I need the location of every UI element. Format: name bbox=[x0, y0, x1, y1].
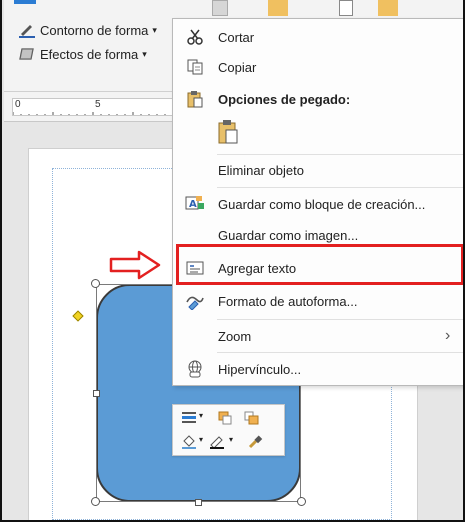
app-window: Contorno de forma ▾ Efectos de forma ▾ 0… bbox=[0, 0, 465, 522]
menu-item-paste-options: Opciones de pegado: bbox=[173, 84, 463, 114]
menu-item-label: Copiar bbox=[218, 59, 257, 75]
menu-item-label: Eliminar objeto bbox=[218, 162, 304, 178]
menu-item-label: Formato de autoforma... bbox=[218, 293, 358, 309]
menu-item-label: Hipervínculo... bbox=[218, 361, 302, 377]
menu-item-hyperlink[interactable]: Hipervínculo... bbox=[173, 354, 463, 384]
menu-item-cut[interactable]: Cortar bbox=[173, 22, 463, 52]
resize-handle-left[interactable] bbox=[93, 390, 100, 397]
hyperlink-icon bbox=[185, 360, 205, 378]
menu-item-save-building-block[interactable]: A Guardar como bloque de creación... bbox=[173, 189, 463, 219]
clipboard-icon bbox=[185, 90, 205, 108]
pen-outline-icon bbox=[18, 22, 36, 38]
menu-item-label: Zoom bbox=[218, 328, 252, 344]
menu-separator bbox=[217, 352, 463, 353]
chevron-down-icon: ▾ bbox=[142, 48, 147, 59]
highlight-box bbox=[176, 244, 463, 285]
menu-separator bbox=[217, 187, 463, 188]
menu-item-label: Cortar bbox=[218, 29, 255, 45]
ruler-label-5: 5 bbox=[95, 99, 101, 110]
format-shape-icon bbox=[185, 292, 205, 310]
ribbon-accent bbox=[14, 0, 36, 4]
red-arrow-icon bbox=[109, 250, 161, 280]
ribbon-fill-icon[interactable] bbox=[268, 0, 288, 16]
menu-item-zoom[interactable]: Zoom › bbox=[173, 321, 463, 351]
menu-item-label: Guardar como bloque de creación... bbox=[218, 196, 426, 212]
shape-outline-label: Contorno de forma bbox=[40, 22, 149, 38]
chevron-down-icon[interactable]: ▾ bbox=[199, 411, 203, 420]
ribbon-group-icon[interactable] bbox=[378, 0, 398, 16]
menu-item-label: Opciones de pegado: bbox=[218, 91, 351, 107]
building-block-icon: A bbox=[185, 195, 205, 213]
outline-pen-icon[interactable] bbox=[209, 435, 225, 449]
shape-outline-button[interactable]: Contorno de forma ▾ bbox=[18, 22, 157, 38]
menu-separator bbox=[217, 319, 463, 320]
wrap-text-icon[interactable] bbox=[181, 411, 197, 425]
ribbon-gallery-icon[interactable] bbox=[212, 0, 228, 16]
resize-handle-bottom-right[interactable] bbox=[297, 497, 306, 506]
chevron-down-icon[interactable]: ▾ bbox=[199, 435, 203, 444]
chevron-down-icon[interactable]: ▾ bbox=[229, 435, 233, 444]
context-menu: Cortar Copiar Opciones de pegado: Elimin… bbox=[172, 18, 463, 386]
format-painter-icon[interactable] bbox=[247, 435, 263, 449]
chevron-down-icon: ▾ bbox=[152, 24, 157, 35]
ruler-scale: 0 5 bbox=[12, 98, 177, 116]
resize-handle-top-left[interactable] bbox=[91, 279, 100, 288]
resize-handle-bottom-left[interactable] bbox=[91, 497, 100, 506]
fill-bucket-icon[interactable] bbox=[181, 435, 197, 449]
menu-item-delete-object[interactable]: Eliminar objeto bbox=[173, 155, 463, 185]
ruler-label-0: 0 bbox=[15, 99, 21, 110]
shape-effects-label: Efectos de forma bbox=[40, 46, 139, 62]
ribbon-arrange-icon[interactable] bbox=[339, 0, 353, 16]
effects-icon bbox=[18, 46, 36, 62]
menu-item-copy[interactable]: Copiar bbox=[173, 52, 463, 82]
scissors-icon bbox=[185, 28, 205, 46]
copy-icon bbox=[185, 58, 205, 76]
menu-item-label: Guardar como imagen... bbox=[218, 227, 359, 243]
shape-effects-button[interactable]: Efectos de forma ▾ bbox=[18, 46, 147, 62]
paste-keep-formatting-icon[interactable] bbox=[217, 119, 241, 145]
chevron-right-icon: › bbox=[445, 327, 451, 344]
bring-forward-icon[interactable] bbox=[217, 411, 233, 425]
svg-text:A: A bbox=[189, 199, 197, 210]
menu-item-autoshape-format[interactable]: Formato de autoforma... bbox=[173, 286, 463, 316]
mini-toolbar: ▾ ▾ ▾ bbox=[172, 404, 285, 456]
send-backward-icon[interactable] bbox=[243, 411, 259, 425]
resize-handle-bottom[interactable] bbox=[195, 499, 202, 506]
